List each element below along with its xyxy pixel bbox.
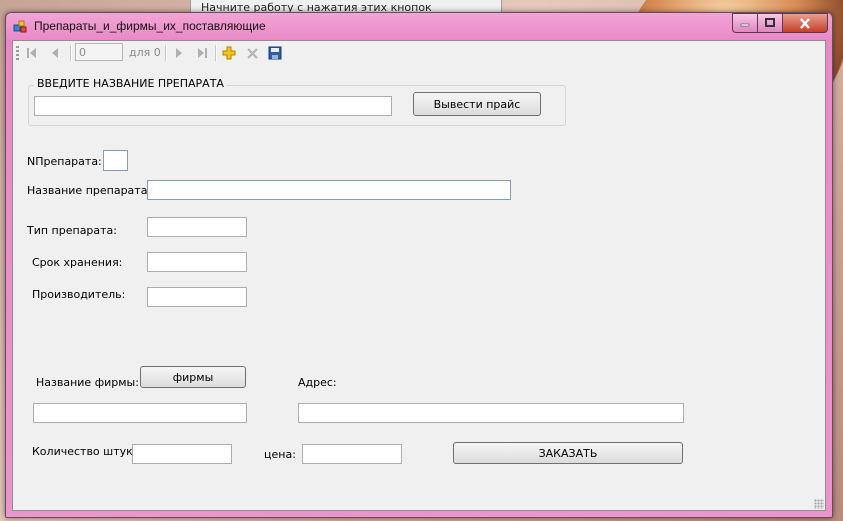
position-input[interactable]: 0: [75, 43, 123, 61]
search-group-title: ВВЕДИТЕ НАЗВАНИЕ ПРЕПАРАТА: [34, 77, 227, 90]
maximize-icon: [765, 18, 775, 27]
drug-name-field[interactable]: [147, 180, 511, 200]
move-previous-button[interactable]: [46, 44, 64, 62]
firms-button[interactable]: фирмы: [140, 366, 246, 388]
shelf-life-field[interactable]: [147, 252, 247, 272]
search-group-box: ВВЕДИТЕ НАЗВАНИЕ ПРЕПАРАТА Вывести прайс: [28, 77, 566, 126]
save-button[interactable]: [266, 44, 284, 62]
move-first-icon: [27, 48, 36, 58]
quantity-label: Количество штук:: [32, 445, 137, 458]
save-icon: [268, 46, 282, 60]
show-price-button[interactable]: Вывести прайс: [413, 92, 541, 116]
manufacturer-label: Производитель:: [32, 288, 126, 301]
delete-icon: [246, 47, 258, 59]
drug-type-label: Тип препарата:: [27, 224, 118, 237]
address-label: Адрес:: [298, 376, 337, 389]
firm-name-label: Название фирмы:: [36, 376, 139, 389]
move-first-button[interactable]: [23, 44, 41, 62]
price-field[interactable]: [302, 444, 402, 464]
shelf-life-label: Срок хранения:: [32, 256, 123, 269]
minimize-icon: [740, 23, 750, 27]
binding-navigator: 0 для 0: [13, 41, 825, 65]
move-previous-icon: [52, 48, 58, 58]
drug-number-label: NПрепарата:: [27, 155, 102, 168]
caption-buttons: [732, 13, 828, 33]
quantity-field[interactable]: [132, 444, 232, 464]
maximize-button[interactable]: [757, 13, 782, 33]
delete-button[interactable]: [243, 44, 261, 62]
add-new-icon: [222, 46, 236, 60]
toolbar-grip[interactable]: [16, 46, 19, 60]
price-label: цена:: [264, 448, 296, 461]
order-button[interactable]: ЗАКАЗАТЬ: [453, 442, 683, 464]
address-field[interactable]: [298, 403, 684, 423]
toolbar-separator: [70, 45, 72, 61]
toolbar-separator: [215, 45, 217, 61]
drug-type-field[interactable]: [147, 217, 247, 237]
window-title: Препараты_и_фирмы_их_поставляющие: [34, 19, 266, 33]
app-icon: [13, 20, 27, 33]
close-button[interactable]: [782, 13, 828, 33]
form-client-area: 0 для 0 ВВЕДИТЕ НАЗВАНИЕ ПРЕПАРАТА Вывес…: [12, 40, 826, 511]
add-new-button[interactable]: [220, 44, 238, 62]
resize-grip[interactable]: [814, 499, 824, 509]
toolbar-separator: [165, 45, 167, 61]
count-label: для 0: [129, 46, 161, 59]
move-last-button[interactable]: [193, 44, 211, 62]
main-window: Препараты_и_фирмы_их_поставляющие 0 для …: [5, 12, 833, 518]
move-last-icon: [198, 48, 207, 58]
manufacturer-field[interactable]: [147, 287, 247, 307]
drug-number-field[interactable]: [103, 150, 128, 171]
minimize-button[interactable]: [732, 13, 757, 33]
drug-search-input[interactable]: [34, 96, 392, 116]
close-icon: [800, 17, 810, 29]
drug-name-label: Название препарата:: [27, 184, 152, 197]
firm-name-field[interactable]: [33, 403, 247, 423]
title-bar[interactable]: Препараты_и_фирмы_их_поставляющие: [6, 13, 832, 39]
move-next-button[interactable]: [170, 44, 188, 62]
move-next-icon: [176, 48, 182, 58]
